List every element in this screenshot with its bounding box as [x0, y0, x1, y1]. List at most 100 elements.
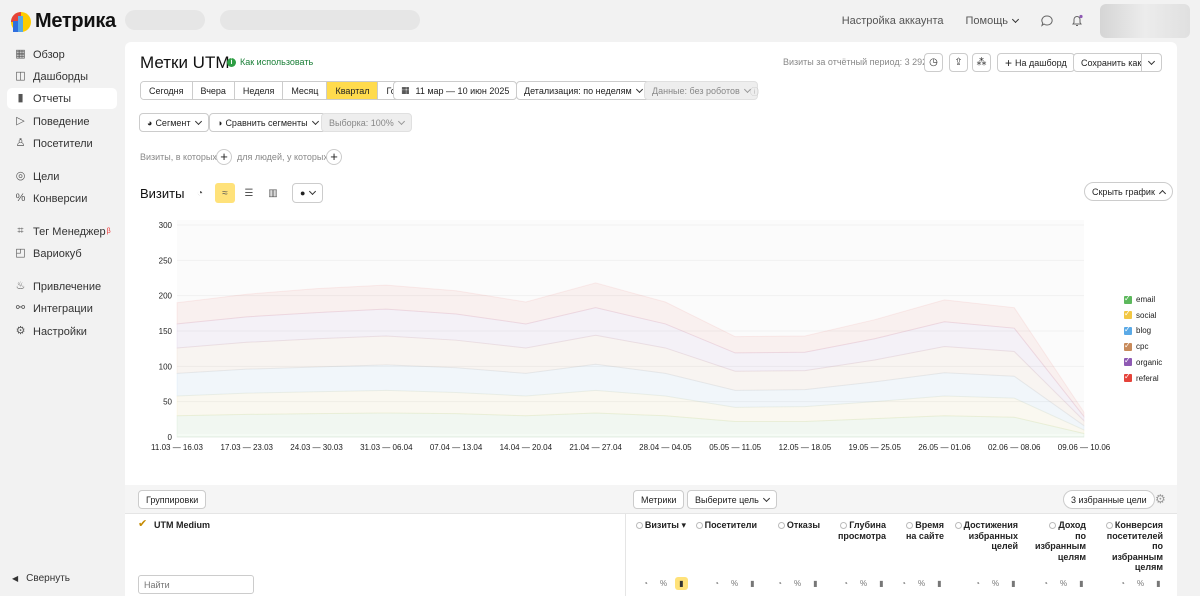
series-area-blog[interactable] — [176, 363, 1085, 431]
account-settings-link[interactable]: Настройка аккаунта — [842, 15, 944, 27]
legend-checkbox[interactable] — [1124, 325, 1132, 335]
sample-dropdown[interactable]: Выборка: 100% — [321, 113, 412, 132]
column-header[interactable]: Отказы — [777, 520, 820, 531]
radio-icon[interactable] — [695, 522, 703, 529]
groupings-button[interactable]: Группировки — [138, 490, 207, 509]
save-options-button[interactable] — [1141, 53, 1162, 72]
percent-mini-icon[interactable]: % — [1057, 577, 1070, 590]
percent-mini-icon[interactable]: % — [728, 577, 741, 590]
pie-mini-icon[interactable]: ◔ — [639, 577, 652, 590]
pie-mini-icon[interactable]: ◔ — [1116, 577, 1129, 590]
percent-mini-icon[interactable]: % — [989, 577, 1002, 590]
pie-mini-icon[interactable]: ◔ — [710, 577, 723, 590]
series-area-social[interactable] — [176, 389, 1085, 435]
history-button[interactable]: ◷ — [924, 53, 943, 72]
radio-icon[interactable] — [1049, 522, 1057, 529]
collapse-sidebar-button[interactable]: ◀ Свернуть — [12, 573, 70, 584]
legend-item-cpc[interactable]: cpc — [1124, 341, 1148, 351]
percent-mini-icon[interactable]: % — [857, 577, 870, 590]
sidebar-item-acquisition[interactable]: ♨ Привлечение — [7, 276, 117, 297]
series-area-referal[interactable] — [176, 282, 1085, 418]
help-circle-icon[interactable]: ⓘ — [750, 85, 759, 98]
sidebar-item-integrations[interactable]: ⚯ Интеграции — [7, 298, 117, 319]
radio-icon[interactable] — [635, 522, 643, 529]
data-filter-dropdown[interactable]: Данные: без роботов — [644, 81, 758, 100]
period-week[interactable]: Неделя — [234, 82, 284, 99]
bars-mini-icon[interactable]: ▮ — [1152, 577, 1165, 590]
share-button[interactable]: ⁂ — [972, 53, 991, 72]
sidebar-item-tag-manager[interactable]: ⌗ Тег Менеджер β — [7, 221, 117, 242]
radio-icon[interactable] — [906, 522, 914, 529]
radio-icon[interactable] — [777, 522, 785, 529]
column-header[interactable]: Достижения избранных целей — [954, 520, 1018, 552]
pie-mini-icon[interactable]: ◔ — [1039, 577, 1052, 590]
sidebar-item-behavior[interactable]: ▷ Поведение — [7, 111, 117, 132]
bars-mini-icon[interactable]: ▮ — [746, 577, 759, 590]
checkmark-icon[interactable]: ✔ — [138, 519, 148, 530]
sidebar-item-variocube[interactable]: ◰ Вариокуб — [7, 243, 117, 264]
area-chart-toggle[interactable]: ≈ — [215, 183, 235, 203]
bars-mini-icon[interactable]: ▮ — [1075, 577, 1088, 590]
period-month[interactable]: Месяц — [283, 82, 328, 99]
detail-dropdown[interactable]: Детализация: по неделям — [516, 81, 650, 100]
stacked-chart-toggle[interactable]: ☰ — [239, 183, 259, 203]
legend-checkbox[interactable] — [1124, 341, 1132, 351]
column-header[interactable]: Время на сайте — [906, 520, 944, 541]
percent-mini-icon[interactable]: % — [1134, 577, 1147, 590]
bars-mini-icon[interactable]: ▮ — [1007, 577, 1020, 590]
sidebar-item-goals[interactable]: ◎ Цели — [7, 166, 117, 187]
add-to-dashboard-button[interactable]: + На дашборд — [997, 53, 1075, 72]
percent-mini-icon[interactable]: % — [915, 577, 928, 590]
export-button[interactable]: ⇪ — [949, 53, 968, 72]
legend-item-referal[interactable]: referal — [1124, 372, 1159, 383]
sidebar-item-visitors[interactable]: ♙ Посетители — [7, 133, 117, 154]
column-chart-toggle[interactable]: ▥ — [263, 183, 283, 203]
dimension-filter-input[interactable] — [138, 575, 254, 594]
period-yesterday[interactable]: Вчера — [192, 82, 235, 99]
date-range-picker[interactable]: ▦ 11 мар — 10 июн 2025 — [393, 81, 518, 100]
percent-mini-icon[interactable]: % — [791, 577, 804, 590]
bars-mini-icon[interactable]: ▮ — [675, 577, 688, 590]
sidebar-item-overview[interactable]: ▦ Обзор — [7, 44, 117, 65]
legend-item-organic[interactable]: organic — [1124, 356, 1162, 367]
help-menu[interactable]: Помощь — [966, 15, 1020, 27]
radio-icon[interactable] — [1105, 522, 1113, 529]
column-header[interactable]: Глубина просмотра — [838, 520, 886, 541]
series-area-cpc[interactable] — [176, 334, 1085, 427]
chat-icon[interactable] — [1040, 14, 1054, 28]
site-selector-blurred[interactable] — [220, 10, 420, 30]
sidebar-item-dashboards[interactable]: ◫ Дашборды — [7, 66, 117, 87]
favorite-goals-button[interactable]: 3 избранные цели — [1063, 490, 1155, 509]
legend-checkbox[interactable] — [1124, 309, 1132, 320]
legend-checkbox[interactable] — [1124, 356, 1132, 367]
compare-segments-dropdown[interactable]: ◑ Сравнить сегменты — [209, 113, 326, 132]
period-quarter[interactable]: Квартал — [327, 82, 379, 99]
pie-mini-icon[interactable]: ◔ — [773, 577, 786, 590]
radio-icon[interactable] — [954, 522, 962, 529]
bars-mini-icon[interactable]: ▮ — [809, 577, 822, 590]
percent-mini-icon[interactable]: % — [657, 577, 670, 590]
save-as-button[interactable]: Сохранить как — [1073, 53, 1150, 72]
column-header[interactable]: Конверсия посетителей по избранным целям — [1105, 520, 1163, 573]
column-header[interactable]: Посетители — [695, 520, 757, 531]
gear-icon[interactable]: ⚙ — [1155, 492, 1166, 506]
column-header[interactable]: Доход по избранным целям — [1035, 520, 1086, 562]
avatar[interactable] — [1100, 4, 1190, 38]
annotations-dropdown[interactable]: ● — [292, 183, 324, 203]
pie-mini-icon[interactable]: ◔ — [971, 577, 984, 590]
legend-item-blog[interactable]: blog — [1124, 325, 1151, 335]
pie-mini-icon[interactable]: ◔ — [897, 577, 910, 590]
sidebar-item-reports[interactable]: ▮ Отчеты — [7, 88, 117, 109]
add-people-condition-button[interactable]: + — [326, 149, 342, 165]
metrics-button[interactable]: Метрики — [633, 490, 685, 509]
bars-mini-icon[interactable]: ▮ — [875, 577, 888, 590]
add-visits-condition-button[interactable]: + — [216, 149, 232, 165]
sidebar-item-conversions[interactable]: % Конверсии — [7, 188, 117, 209]
legend-checkbox[interactable] — [1124, 294, 1132, 304]
series-area-email[interactable] — [176, 412, 1085, 438]
bars-mini-icon[interactable]: ▮ — [933, 577, 946, 590]
bell-icon[interactable] — [1070, 14, 1084, 28]
logo[interactable]: Метрика — [11, 10, 116, 33]
legend-item-social[interactable]: social — [1124, 309, 1156, 320]
column-header[interactable]: Визиты ▾ — [635, 520, 686, 531]
